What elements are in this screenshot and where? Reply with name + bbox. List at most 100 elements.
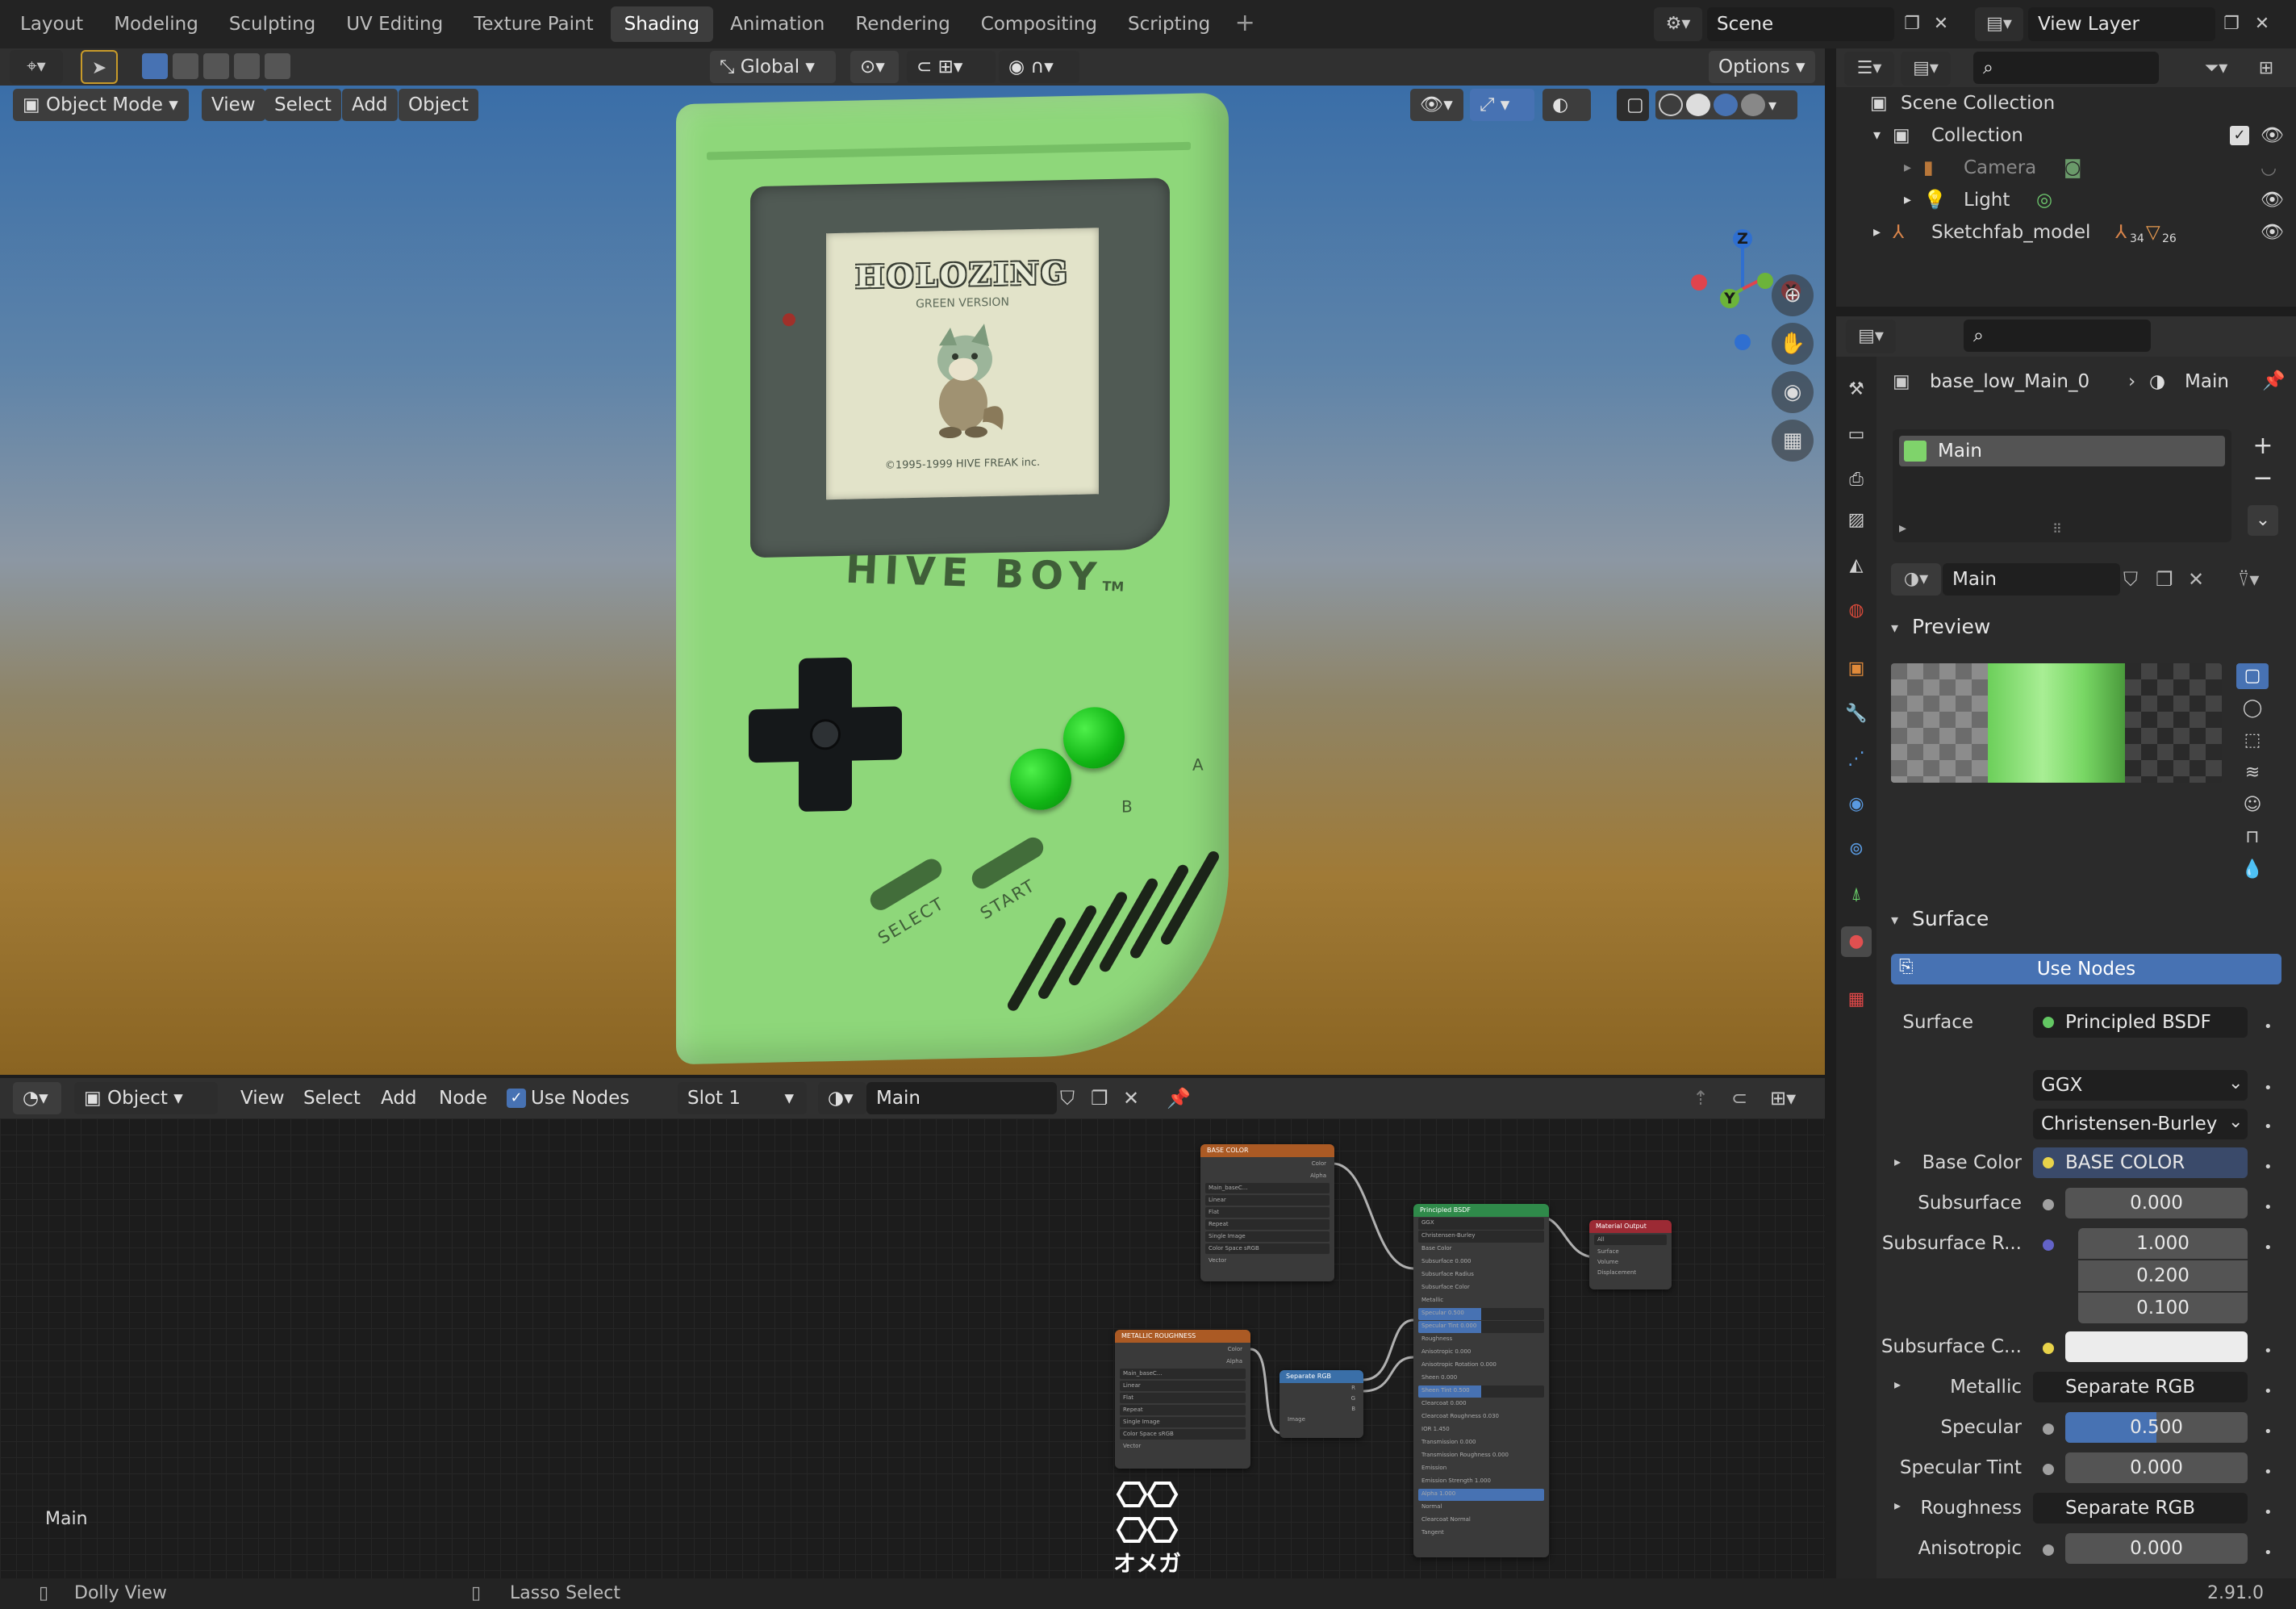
eye-icon[interactable]: 👁 <box>2261 184 2284 216</box>
physics-tab-icon[interactable]: ◉ <box>1841 789 1872 820</box>
duplicate-material-icon[interactable]: ❐ <box>1091 1082 1120 1114</box>
bsdf-input-row[interactable]: Clearcoat Roughness 0.030 <box>1418 1411 1544 1423</box>
gizmo-neg-y-icon[interactable] <box>1757 273 1773 289</box>
preview-cube-icon[interactable]: ⬚ <box>2236 728 2269 754</box>
tab-rendering[interactable]: Rendering <box>841 6 963 42</box>
fake-user-icon[interactable]: ⛉ <box>1060 1082 1089 1114</box>
filter-icon[interactable]: ⏷▾ <box>2191 52 2241 86</box>
bsdf-input-row[interactable]: Clearcoat Normal <box>1418 1515 1544 1527</box>
bsdf-input-row[interactable]: Sheen Tint 0.500 <box>1418 1385 1544 1398</box>
node-field[interactable]: Single Image <box>1120 1417 1246 1427</box>
texture-tab-icon[interactable]: ▦ <box>1841 984 1872 1015</box>
keyframe-dot-icon[interactable]: • <box>2264 1423 2273 1440</box>
menu-select[interactable]: Select <box>265 89 341 121</box>
node-field[interactable]: Linear <box>1205 1195 1330 1206</box>
properties-type-icon[interactable]: ▤▾ <box>1846 320 1896 353</box>
object-tab-icon[interactable]: ▣ <box>1841 654 1872 684</box>
preview-fluid-icon[interactable]: 💧 <box>2236 857 2269 883</box>
solid-icon[interactable] <box>1686 94 1710 116</box>
visibility-icon[interactable]: 👁▾ <box>1410 89 1463 121</box>
keyframe-dot-icon[interactable]: • <box>2264 1118 2273 1135</box>
expand-icon[interactable]: ▾ <box>1873 119 1881 152</box>
select-subtract-icon[interactable] <box>203 53 229 79</box>
material-tab-icon[interactable]: ● <box>1841 926 1872 957</box>
particles-tab-icon[interactable]: ⋰ <box>1841 744 1872 775</box>
fake-user-icon[interactable]: ⛉ <box>2123 563 2152 596</box>
collapse-preview-icon[interactable]: ▾ <box>1891 620 1898 637</box>
pin-icon[interactable]: 📌 <box>2262 370 2286 391</box>
data-tab-icon[interactable]: ⍋ <box>1841 880 1872 910</box>
tab-layout[interactable]: Layout <box>6 6 97 42</box>
display-mode-icon[interactable]: ▤▾ <box>1901 52 1951 86</box>
outliner-row-sketchfab-model[interactable]: ▸ ⅄ Sketchfab_model ⅄ 34 ▽ 26 👁 <box>1836 216 2296 249</box>
gizmo-neg-z-icon[interactable] <box>1735 334 1751 350</box>
parent-node-tree-icon[interactable]: ⇡ <box>1693 1082 1722 1114</box>
keyframe-dot-icon[interactable]: • <box>2264 1544 2273 1561</box>
menu-object[interactable]: Object <box>399 89 478 121</box>
gizmo-neg-x-icon[interactable] <box>1691 274 1707 290</box>
preview-flat-icon[interactable]: ▢ <box>2236 663 2269 689</box>
material-output-node[interactable]: Material Output All Surface Volume Displ… <box>1589 1220 1672 1289</box>
tab-modeling[interactable]: Modeling <box>100 6 212 42</box>
node-field[interactable]: Color Space sRGB <box>1120 1429 1246 1440</box>
bsdf-input-row[interactable]: Base Color <box>1418 1243 1544 1256</box>
bsdf-input-row[interactable]: Alpha 1.000 <box>1418 1489 1544 1501</box>
node-snap-mode-icon[interactable]: ⊞▾ <box>1770 1082 1810 1114</box>
use-nodes-checkbox[interactable]: ✓ <box>507 1089 526 1108</box>
outliner-search-input[interactable]: ⌕ <box>1973 52 2159 84</box>
mode-dropdown[interactable]: ▣ Object Mode ▾ <box>13 89 189 121</box>
bsdf-input-row[interactable]: Clearcoat 0.000 <box>1418 1398 1544 1410</box>
select-intersect-icon[interactable] <box>265 53 290 79</box>
separate-rgb-node[interactable]: Separate RGB R G B Image <box>1279 1370 1363 1438</box>
modifier-tab-icon[interactable]: 🔧 <box>1841 699 1872 729</box>
select-extend-icon[interactable] <box>173 53 198 79</box>
bsdf-input-row[interactable]: Specular Tint 0.000 <box>1418 1321 1544 1333</box>
node-menu-node[interactable]: Node <box>429 1082 497 1114</box>
bsdf-input-row[interactable]: Subsurface Color <box>1418 1282 1544 1294</box>
metallic-roughness-node[interactable]: METALLIC ROUGHNESS Color Alpha Main_base… <box>1115 1330 1250 1469</box>
rendered-icon[interactable] <box>1741 94 1765 116</box>
surface-section-title[interactable]: Surface <box>1912 907 1989 930</box>
node-field[interactable]: Flat <box>1120 1393 1246 1403</box>
bsdf-input-row[interactable]: Subsurface Radius <box>1418 1269 1544 1281</box>
tab-compositing[interactable]: Compositing <box>967 6 1111 42</box>
bsdf-input-row[interactable]: Anisotropic Rotation 0.000 <box>1418 1360 1544 1372</box>
keyframe-dot-icon[interactable]: • <box>2264 1239 2273 1256</box>
pan-hand-icon[interactable]: ✋ <box>1772 323 1814 365</box>
bsdf-input-row[interactable]: Normal <box>1418 1502 1544 1514</box>
view-layer-field[interactable]: View Layer <box>2028 7 2215 41</box>
editor-type-icon[interactable]: ⌖▾ <box>10 50 63 84</box>
node-menu-view[interactable]: View <box>231 1082 294 1114</box>
node-field[interactable]: Repeat <box>1205 1219 1330 1230</box>
transform-orientation-dropdown[interactable]: ⤡ Global ▾ <box>710 51 836 83</box>
subsurface-method-dropdown[interactable]: Christensen-Burley <box>2033 1109 2248 1139</box>
slot-specials-button[interactable]: ⌄ <box>2248 505 2278 536</box>
node-link-icon[interactable]: ⍢▾ <box>2238 563 2283 596</box>
select-invert-icon[interactable] <box>234 53 260 79</box>
node-field[interactable]: Linear <box>1120 1381 1246 1391</box>
gizmo-toggle-icon[interactable]: ⤢ ▾ <box>1470 89 1534 121</box>
tab-texture-paint[interactable]: Texture Paint <box>460 6 607 42</box>
subsurface-color-swatch[interactable] <box>2065 1331 2248 1362</box>
view-layer-icon[interactable]: ▤▾ <box>1975 7 2023 41</box>
subsurface-value[interactable]: 0.000 <box>2065 1188 2248 1218</box>
scene-selector-icon[interactable]: ⚙▾ <box>1654 7 1702 41</box>
tab-scripting[interactable]: Scripting <box>1114 6 1224 42</box>
eye-closed-icon[interactable]: ◡ <box>2261 152 2277 184</box>
scene-tab-icon[interactable]: ◭ <box>1841 550 1872 581</box>
node-field[interactable]: Flat <box>1205 1207 1330 1218</box>
node-editor-type-icon[interactable]: ◔▾ <box>13 1082 61 1114</box>
close-scene-icon[interactable]: ✕ <box>1927 7 1956 41</box>
preview-monkey-icon[interactable]: ☺ <box>2236 792 2269 818</box>
bsdf-input-row[interactable]: Christensen-Burley <box>1418 1231 1544 1243</box>
preview-hair-icon[interactable]: ≋ <box>2236 760 2269 786</box>
base-color-link-field[interactable]: BASE COLOR <box>2033 1147 2248 1178</box>
snapping-icon[interactable]: ⊂ ⊞▾ <box>907 51 996 83</box>
browse-material-icon[interactable]: ◑▾ <box>1891 563 1941 596</box>
bsdf-input-row[interactable]: Emission <box>1418 1463 1544 1475</box>
roughness-link-field[interactable]: Separate RGB <box>2033 1493 2248 1523</box>
node-field[interactable]: Main_baseC... <box>1205 1183 1330 1193</box>
bsdf-input-row[interactable]: Tangent <box>1418 1528 1544 1540</box>
bsdf-input-row[interactable]: IOR 1.450 <box>1418 1424 1544 1436</box>
preview-cloth-icon[interactable]: ⊓ <box>2236 825 2269 850</box>
